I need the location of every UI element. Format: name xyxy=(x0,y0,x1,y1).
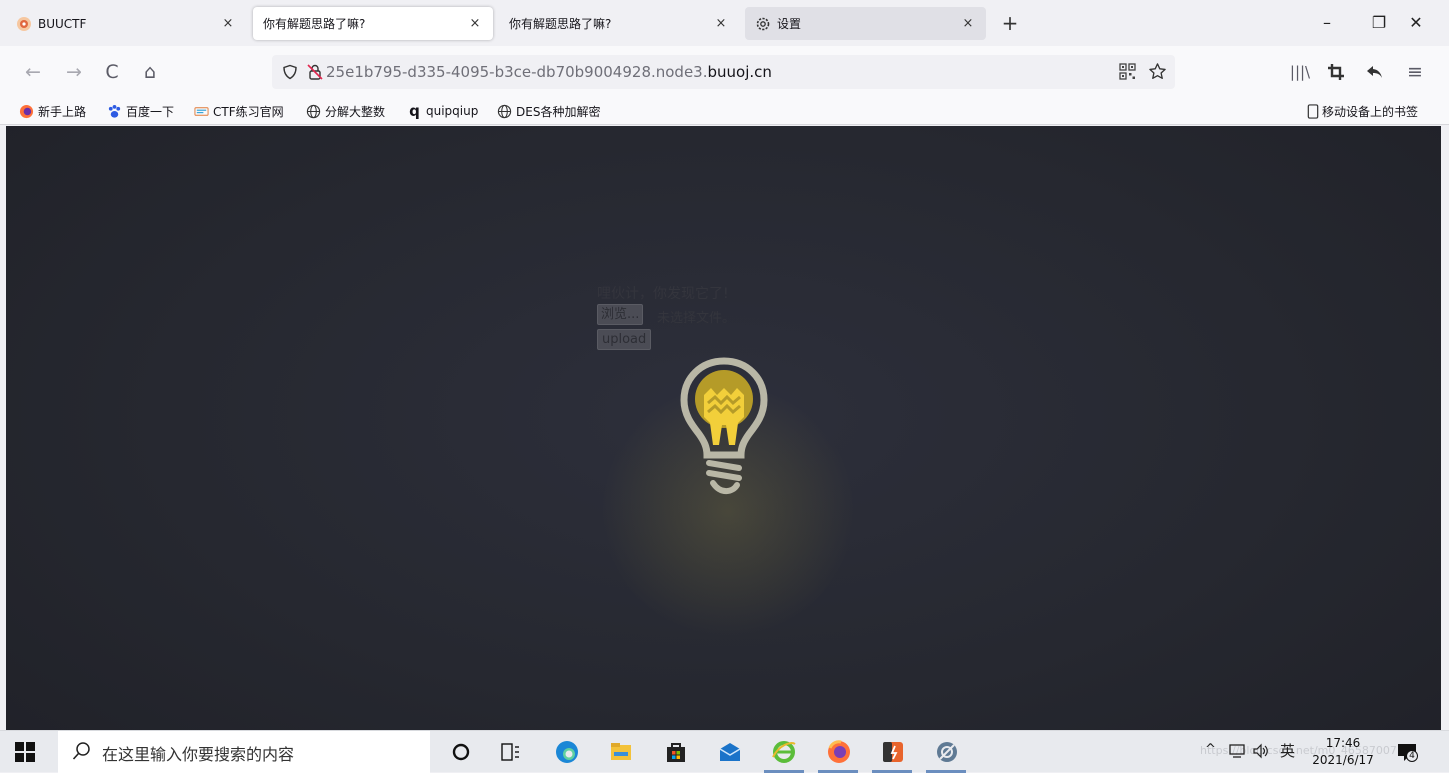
ime-indicator[interactable]: 英 xyxy=(1280,740,1295,761)
tab-title: 你有解题思路了嘛? xyxy=(263,17,366,31)
insecure-lock-icon[interactable] xyxy=(306,63,324,81)
window-close-button[interactable]: ✕ xyxy=(1401,12,1431,34)
bookmark-item[interactable]: CTF练习官网 xyxy=(194,102,284,120)
tab-close-icon[interactable]: × xyxy=(713,16,729,31)
search-icon xyxy=(72,742,90,760)
page-message: 哩伙计，你发现它了! xyxy=(597,286,729,302)
reload-button[interactable]: C xyxy=(99,59,125,85)
ie-browser-icon[interactable] xyxy=(771,739,797,765)
browse-button[interactable]: 浏览... xyxy=(597,304,644,325)
microsoft-store-icon[interactable] xyxy=(663,739,689,765)
search-placeholder: 在这里输入你要搜索的内容 xyxy=(102,745,295,764)
globe-icon xyxy=(306,104,321,118)
url-bar[interactable]: 25e1b795-d335-4095-b3ce-db70b9004928.nod… xyxy=(272,55,1175,89)
volume-icon[interactable] xyxy=(1252,743,1270,759)
forward-button[interactable]: → xyxy=(61,59,87,85)
tab-hint-active[interactable]: 你有解题思路了嘛? × xyxy=(253,7,493,40)
home-button[interactable]: ⌂ xyxy=(137,59,163,85)
baidu-paw-icon xyxy=(108,104,121,118)
gear-icon xyxy=(756,17,770,30)
back-button[interactable]: ← xyxy=(20,59,46,85)
file-explorer-icon[interactable] xyxy=(608,739,634,765)
firefox-icon[interactable] xyxy=(826,739,852,765)
bookmark-star-icon[interactable] xyxy=(1148,62,1167,81)
ctf-icon xyxy=(194,106,209,116)
bookmark-item[interactable]: q quipqiup xyxy=(407,102,478,120)
navigation-toolbar: ← → C ⌂ 25e1b795-d335-4095-b3ce-db70b900… xyxy=(0,46,1449,98)
upload-button[interactable]: upload xyxy=(597,329,652,350)
mobile-bookmarks[interactable]: 移动设备上的书签 xyxy=(1307,102,1418,120)
windows-taskbar: 在这里输入你要搜索的内容 https://blog.csdn.net/m0_46… xyxy=(0,730,1449,773)
library-icon[interactable]: |||\ xyxy=(1287,59,1313,85)
tab-close-icon[interactable]: × xyxy=(467,16,483,31)
tab-title: 设置 xyxy=(777,17,802,31)
notification-center-icon[interactable]: 4 xyxy=(1396,741,1418,763)
clock-time: 17:46 xyxy=(1325,736,1361,750)
network-icon[interactable] xyxy=(1228,743,1246,759)
globe-icon xyxy=(497,104,512,118)
open-menu-button[interactable]: ≡ xyxy=(1402,59,1428,85)
bookmark-item[interactable]: 百度一下 xyxy=(107,102,174,120)
tab-strip: BUUCTF × 你有解题思路了嘛? × 你有解题思路了嘛? × 设置 × + … xyxy=(0,0,1449,46)
mail-icon[interactable] xyxy=(717,739,743,765)
crop-icon[interactable] xyxy=(1327,63,1345,81)
bookmark-item[interactable]: 分解大整数 xyxy=(306,102,385,120)
clock-date: 2021/6/17 xyxy=(1312,753,1374,767)
page-content: 哩伙计，你发现它了! 浏览... 未选择文件。 upload xyxy=(6,126,1441,730)
q-icon: q xyxy=(409,101,420,120)
minimize-button[interactable]: – xyxy=(1312,12,1342,34)
tray-chevron-icon[interactable]: ^ xyxy=(1205,742,1216,757)
bookmark-item[interactable]: 新手上路 xyxy=(19,102,86,120)
tab-settings[interactable]: 设置 × xyxy=(745,7,986,40)
tab-hint[interactable]: 你有解题思路了嘛? × xyxy=(499,7,739,40)
tab-title: BUUCTF xyxy=(38,16,87,31)
url-text[interactable]: 25e1b795-d335-4095-b3ce-db70b9004928.nod… xyxy=(326,63,772,81)
no-file-label: 未选择文件。 xyxy=(657,311,736,326)
buuctf-favicon-icon xyxy=(17,16,31,31)
windows-start-icon[interactable] xyxy=(14,741,36,763)
tab-buuctf[interactable]: BUUCTF × xyxy=(6,7,246,40)
lightbulb-icon xyxy=(680,357,768,495)
network-app-icon[interactable] xyxy=(934,739,960,765)
task-view-icon[interactable] xyxy=(497,739,523,765)
mobile-device-icon xyxy=(1307,103,1319,119)
notification-count: 4 xyxy=(1406,750,1418,762)
firefox-icon xyxy=(19,104,34,118)
restore-button[interactable]: ❐ xyxy=(1364,12,1394,34)
qr-code-icon[interactable] xyxy=(1119,63,1136,80)
shield-icon[interactable] xyxy=(282,64,298,80)
cortana-icon[interactable] xyxy=(448,739,474,765)
share-arrow-icon[interactable] xyxy=(1365,63,1383,81)
system-clock[interactable]: 17:46 2021/6/17 xyxy=(1311,735,1375,769)
new-tab-button[interactable]: + xyxy=(998,12,1022,34)
burp-suite-icon[interactable] xyxy=(880,739,906,765)
edge-icon[interactable] xyxy=(554,739,580,765)
tab-close-icon[interactable]: × xyxy=(960,16,976,31)
tab-title: 你有解题思路了嘛? xyxy=(509,17,612,31)
taskbar-search-box[interactable]: 在这里输入你要搜索的内容 xyxy=(58,731,430,773)
tab-close-icon[interactable]: × xyxy=(220,16,236,31)
bookmarks-toolbar: 新手上路 百度一下 CTF练习官网 分解大整数 q quipqiup DES各种… xyxy=(0,98,1449,125)
bookmark-item[interactable]: DES各种加解密 xyxy=(497,102,600,120)
